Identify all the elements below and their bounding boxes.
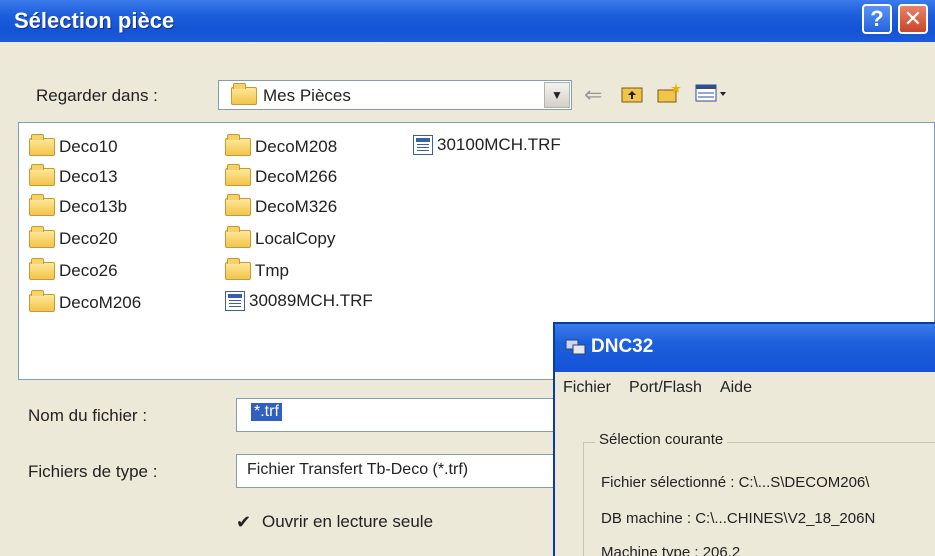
list-item[interactable]: DecoM206 [29,290,141,313]
dnc32-menubar: Fichier Port/Flash Aide [555,372,935,404]
close-icon: ✕ [903,6,923,31]
checkmark-icon: ✔ [236,512,252,532]
list-item[interactable]: 30089MCH.TRF [225,291,373,311]
dnc32-window: DNC32 Fichier Port/Flash Aide Sélection … [553,322,935,556]
folder-icon [225,134,251,156]
dialog-titlebar[interactable]: Sélection pièce ? ✕ [0,0,935,42]
folder-icon [29,290,55,312]
list-item[interactable]: Tmp [225,258,289,281]
folder-icon [225,226,251,248]
view-menu-icon[interactable] [694,82,728,110]
app-icon [565,338,587,356]
list-item[interactable]: Deco10 [29,134,118,157]
folder-icon [29,258,55,280]
list-item[interactable]: Deco26 [29,258,118,281]
current-selection-group [583,442,935,556]
list-item[interactable]: LocalCopy [225,226,335,249]
filetype-value: Fichier Transfert Tb-Deco (*.trf) [247,461,469,478]
look-in-dropdown-button[interactable]: ▼ [544,82,570,108]
folder-icon [225,194,251,216]
group-label: Sélection courante [595,431,728,448]
folder-icon [225,258,251,280]
folder-icon [29,194,55,216]
list-item[interactable]: DecoM208 [225,134,337,157]
folder-icon [29,164,55,186]
dnc32-titlebar[interactable]: DNC32 [555,324,935,372]
chevron-down-icon: ▼ [551,88,563,102]
folder-icon [29,134,55,156]
help-icon: ? [870,6,884,31]
look-in-label: Regarder dans : [36,86,158,105]
machine-type-line: Machine type : 206.2 [601,544,741,556]
filetype-label: Fichiers de type : [28,462,158,481]
list-item[interactable]: DecoM326 [225,194,337,217]
close-button[interactable]: ✕ [898,4,928,34]
back-arrow-icon[interactable]: ⇐ [584,82,602,108]
list-item[interactable]: 30100MCH.TRF [413,135,561,155]
list-item[interactable]: DecoM266 [225,164,337,187]
filename-value: *.trf [251,403,282,421]
readonly-checkbox[interactable]: ✔ Ouvrir en lecture seule [236,512,433,532]
list-item[interactable]: Deco13 [29,164,118,187]
list-item[interactable]: Deco20 [29,226,118,249]
folder-icon [225,164,251,186]
folder-icon [29,226,55,248]
new-folder-icon[interactable] [656,82,682,110]
filename-input[interactable]: *.trf [236,398,556,432]
readonly-label: Ouvrir en lecture seule [262,512,434,531]
file-icon [225,291,245,311]
menu-item-aide[interactable]: Aide [720,379,752,397]
menu-item-fichier[interactable]: Fichier [563,379,611,397]
folder-icon [231,83,257,110]
look-in-value: Mes Pièces [263,86,351,105]
look-in-combo[interactable]: Mes Pièces ▼ [218,80,572,110]
file-icon [413,135,433,155]
help-button[interactable]: ? [862,4,892,34]
db-machine-line: DB machine : C:\...CHINES\V2_18_206N [601,510,876,527]
filetype-select[interactable]: Fichier Transfert Tb-Deco (*.trf) [236,454,556,488]
list-item[interactable]: Deco13b [29,194,127,217]
menu-item-port-flash[interactable]: Port/Flash [629,379,702,397]
filename-label: Nom du fichier : [28,406,148,425]
selected-file-line: Fichier sélectionné : C:\...S\DECOM206\ [601,474,870,491]
dnc32-title: DNC32 [591,336,654,357]
up-folder-icon[interactable] [620,82,644,110]
dialog-title: Sélection pièce [14,8,175,33]
